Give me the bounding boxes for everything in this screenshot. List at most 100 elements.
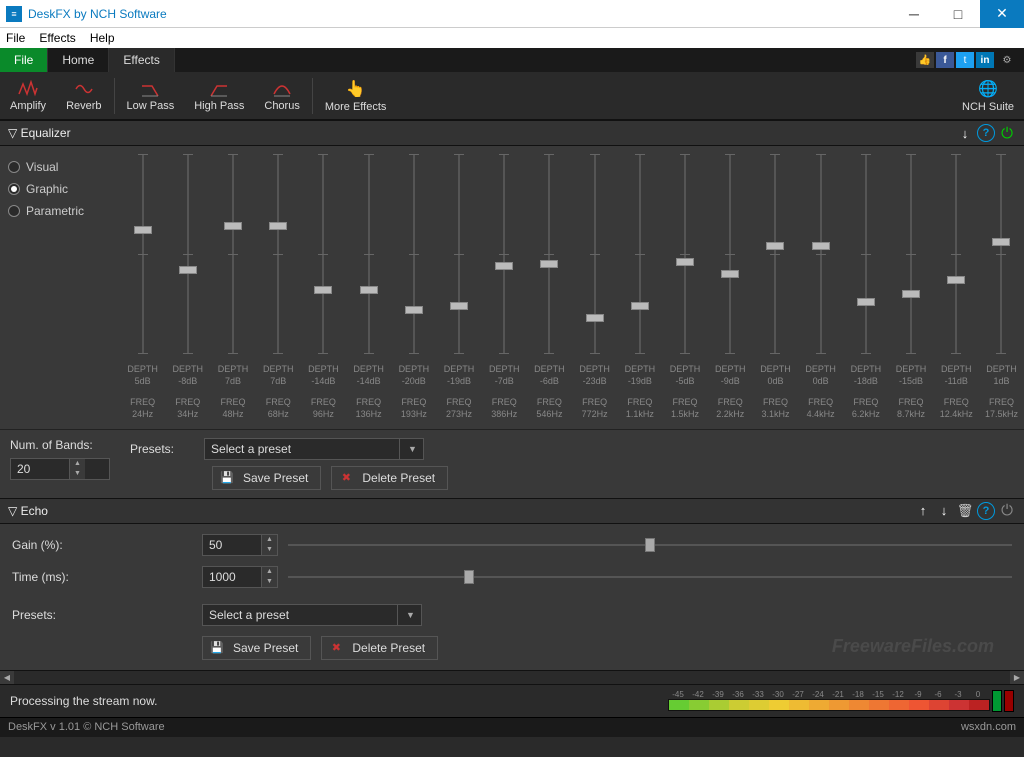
minimize-button[interactable]: ─ (892, 0, 936, 28)
gain-input[interactable]: ▲▼ (202, 534, 278, 556)
help-icon[interactable]: ? (977, 124, 995, 142)
power-icon[interactable]: ⏻ (998, 124, 1016, 142)
level-meter: -45-42-39-36-33-30-27-24-21-18-15-12-9-6… (668, 690, 1014, 712)
reverb-button[interactable]: Reverb (56, 72, 111, 120)
depth-label: DEPTH-23dB (572, 364, 617, 387)
move-down-icon[interactable]: ↓ (956, 124, 974, 142)
like-icon[interactable]: 👍 (916, 52, 934, 68)
settings-icon[interactable]: ⚙ (996, 52, 1018, 68)
depth-label: DEPTH-18dB (843, 364, 888, 387)
time-label: Time (ms): (12, 570, 202, 584)
time-slider[interactable] (288, 569, 1012, 585)
depth-label: DEPTH-15dB (888, 364, 933, 387)
depth-label: DEPTH7dB (210, 364, 255, 387)
more-effects-button[interactable]: 👆 More Effects (315, 72, 397, 120)
echo-preset-select[interactable]: Select a preset ▼ (202, 604, 422, 626)
eq-band-slider[interactable] (482, 154, 527, 360)
eq-band-slider[interactable] (708, 154, 753, 360)
eq-band-slider[interactable] (346, 154, 391, 360)
mode-graphic[interactable]: Graphic (8, 178, 112, 200)
eq-band-slider[interactable] (210, 154, 255, 360)
echo-title[interactable]: ▽ Echo (8, 504, 48, 518)
twitter-icon[interactable]: t (956, 52, 974, 68)
eq-band-slider[interactable] (120, 154, 165, 360)
spin-up-icon[interactable]: ▲ (70, 459, 85, 469)
freq-label: FREQ96Hz (301, 397, 346, 420)
depth-label: DEPTH7dB (256, 364, 301, 387)
spin-down-icon[interactable]: ▼ (70, 469, 85, 479)
menu-file[interactable]: File (6, 31, 25, 45)
depth-label: DEPTH0dB (798, 364, 843, 387)
scroll-left-icon[interactable]: ◀ (0, 671, 14, 684)
eq-band-slider[interactable] (301, 154, 346, 360)
scroll-right-icon[interactable]: ▶ (1010, 671, 1024, 684)
freq-label: FREQ1.5kHz (662, 397, 707, 420)
spin-down-icon[interactable]: ▼ (262, 545, 277, 555)
eq-band-slider[interactable] (256, 154, 301, 360)
spin-down-icon[interactable]: ▼ (262, 577, 277, 587)
eq-band-slider[interactable] (934, 154, 979, 360)
horizontal-scrollbar[interactable]: ◀ ▶ (0, 670, 1024, 684)
menu-effects[interactable]: Effects (39, 31, 75, 45)
mode-visual[interactable]: Visual (8, 156, 112, 178)
freq-label: FREQ193Hz (391, 397, 436, 420)
spin-up-icon[interactable]: ▲ (262, 535, 277, 545)
eq-band-slider[interactable] (753, 154, 798, 360)
echo-save-preset-button[interactable]: 💾Save Preset (202, 636, 311, 660)
eq-band-slider[interactable] (572, 154, 617, 360)
eq-band-slider[interactable] (843, 154, 888, 360)
eq-band-slider[interactable] (165, 154, 210, 360)
move-down-icon[interactable]: ↓ (935, 502, 953, 520)
depth-label: DEPTH-9dB (708, 364, 753, 387)
power-icon[interactable]: ⏻ (998, 502, 1016, 520)
tab-file[interactable]: File (0, 48, 48, 72)
eq-band-slider[interactable] (888, 154, 933, 360)
eq-band-slider[interactable] (979, 154, 1024, 360)
equalizer-title[interactable]: ▽ Equalizer (8, 126, 71, 140)
tab-home[interactable]: Home (48, 48, 109, 72)
eq-save-preset-button[interactable]: 💾Save Preset (212, 466, 321, 490)
linkedin-icon[interactable]: in (976, 52, 994, 68)
freq-label: FREQ136Hz (346, 397, 391, 420)
save-icon: 💾 (219, 470, 235, 486)
eq-preset-select[interactable]: Select a preset ▼ (204, 438, 424, 460)
move-up-icon[interactable]: ↑ (914, 502, 932, 520)
freq-label: FREQ24Hz (120, 397, 165, 420)
window-title: DeskFX by NCH Software (28, 7, 892, 21)
menu-help[interactable]: Help (90, 31, 115, 45)
menubar: File Effects Help (0, 28, 1024, 48)
echo-delete-preset-button[interactable]: ✖Delete Preset (321, 636, 438, 660)
freq-label: FREQ12.4kHz (934, 397, 979, 420)
nch-suite-button[interactable]: 🌐 NCH Suite (952, 72, 1024, 120)
freq-label: FREQ8.7kHz (888, 397, 933, 420)
eq-band-slider[interactable] (527, 154, 572, 360)
eq-band-slider[interactable] (391, 154, 436, 360)
maximize-button[interactable]: □ (936, 0, 980, 28)
close-button[interactable]: ✕ (980, 0, 1024, 28)
eq-band-slider[interactable] (662, 154, 707, 360)
footer: DeskFX v 1.01 © NCH Software wsxdn.com (0, 717, 1024, 737)
num-bands-input[interactable]: ▲▼ (10, 458, 110, 480)
eq-band-slider[interactable] (436, 154, 481, 360)
depth-label: DEPTH-19dB (617, 364, 662, 387)
highpass-icon (209, 80, 229, 98)
freq-label: FREQ2.2kHz (708, 397, 753, 420)
eq-presets-label: Presets: (130, 442, 174, 456)
chevron-down-icon: ▼ (399, 439, 417, 459)
facebook-icon[interactable]: f (936, 52, 954, 68)
spin-up-icon[interactable]: ▲ (262, 567, 277, 577)
mode-parametric[interactable]: Parametric (8, 200, 112, 222)
eq-delete-preset-button[interactable]: ✖Delete Preset (331, 466, 448, 490)
eq-band-slider[interactable] (617, 154, 662, 360)
amplify-button[interactable]: Amplify (0, 72, 56, 120)
lowpass-button[interactable]: Low Pass (117, 72, 185, 120)
trash-icon[interactable]: 🗑 (956, 502, 974, 520)
tab-effects[interactable]: Effects (109, 48, 174, 72)
eq-band-slider[interactable] (798, 154, 843, 360)
time-input[interactable]: ▲▼ (202, 566, 278, 588)
help-icon[interactable]: ? (977, 502, 995, 520)
gain-label: Gain (%): (12, 538, 202, 552)
highpass-button[interactable]: High Pass (184, 72, 254, 120)
gain-slider[interactable] (288, 537, 1012, 553)
chorus-button[interactable]: Chorus (254, 72, 309, 120)
